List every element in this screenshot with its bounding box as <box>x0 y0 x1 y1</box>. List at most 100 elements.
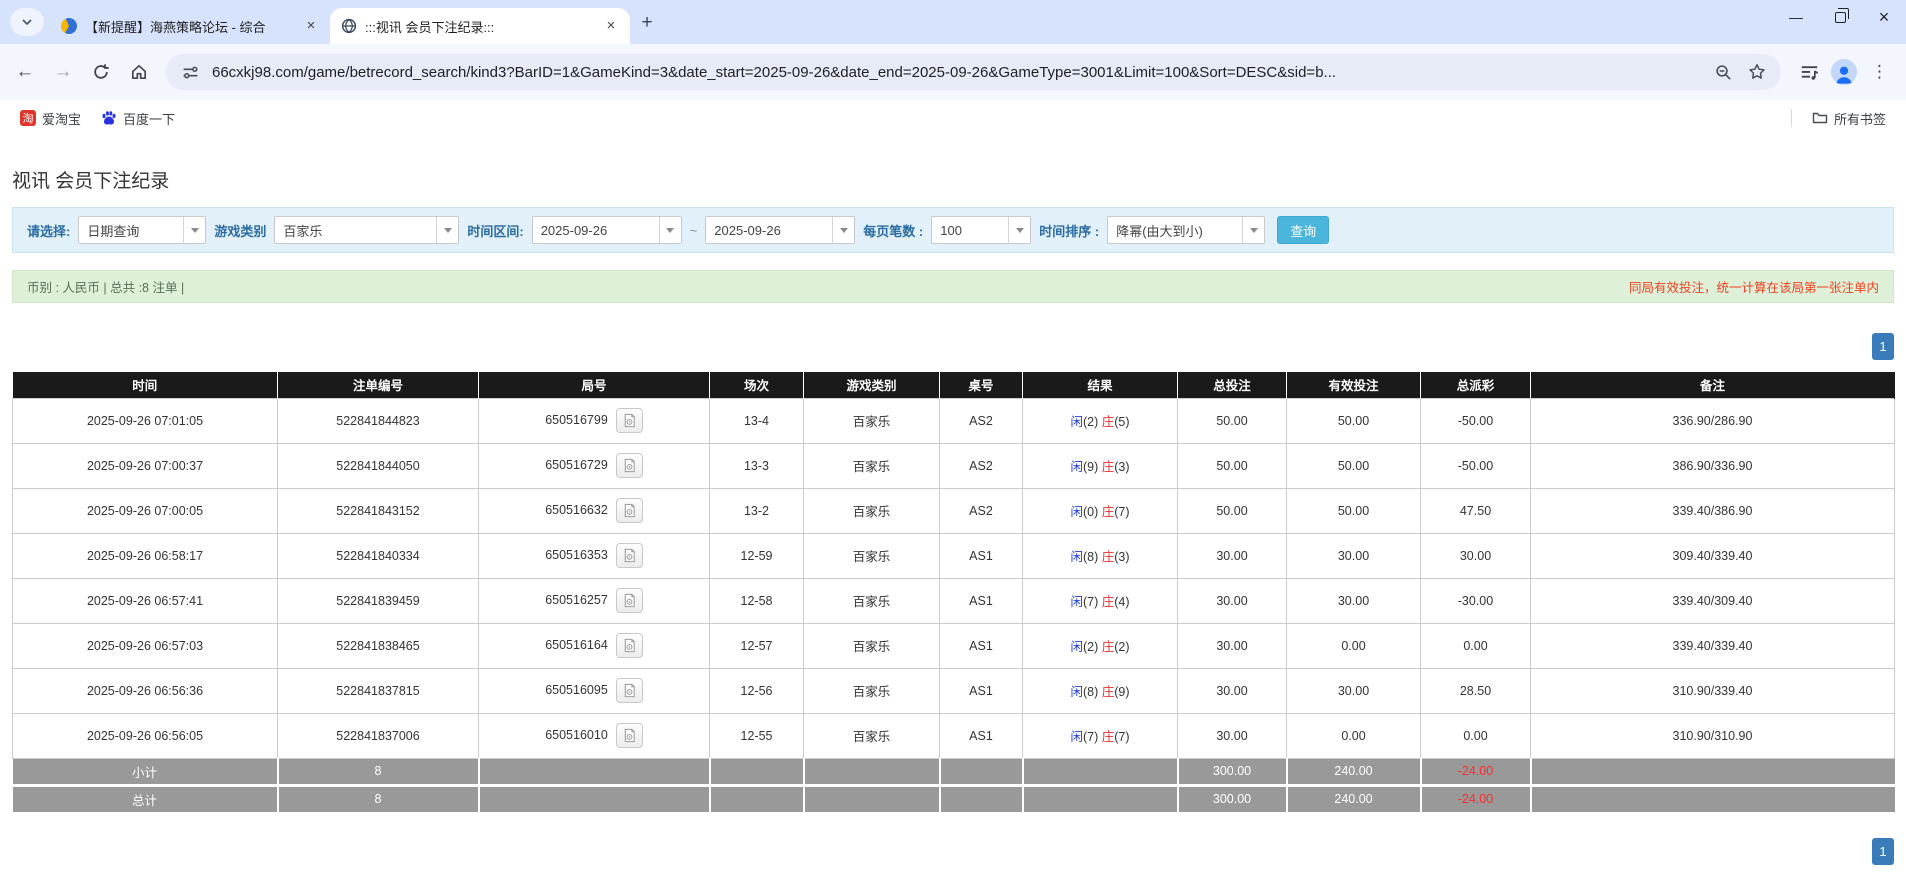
chevron-down-icon[interactable] <box>832 217 854 243</box>
bet-time: 2025-09-26 07:00:05 <box>13 488 278 533</box>
globe-favicon-icon <box>340 18 357 35</box>
valid-bet: 30.00 <box>1287 578 1421 623</box>
banker-score: (5) <box>1114 415 1129 429</box>
table-number: AS1 <box>940 623 1023 668</box>
tab-forum[interactable]: 【新提醒】海燕策略论坛 - 综合 × <box>50 8 330 44</box>
back-button[interactable]: ← <box>8 55 42 89</box>
tab-title: 【新提醒】海燕策略论坛 - 综合 <box>85 17 294 36</box>
chevron-down-icon[interactable] <box>1242 217 1264 243</box>
total-label: 总计 <box>13 785 278 812</box>
search-button[interactable]: 查询 <box>1277 216 1329 244</box>
banker-score: (4) <box>1114 595 1129 609</box>
round-number: 650516010 <box>545 728 608 742</box>
bet-time: 2025-09-26 06:58:17 <box>13 533 278 578</box>
window-minimize-button[interactable]: — <box>1774 0 1818 34</box>
chevron-down-icon[interactable] <box>1008 217 1030 243</box>
bet-time: 2025-09-26 06:56:05 <box>13 713 278 758</box>
bookmark-label: 爱淘宝 <box>42 109 81 128</box>
home-button[interactable] <box>122 55 156 89</box>
table-number: AS1 <box>940 668 1023 713</box>
chevron-down-icon[interactable] <box>436 217 458 243</box>
round-video-icon[interactable] <box>616 633 643 658</box>
col-remark: 备注 <box>1531 372 1895 398</box>
query-type-select[interactable]: 日期查询 <box>78 216 206 244</box>
total-bet: 30.00 <box>1178 578 1287 623</box>
bet-id: 522841839459 <box>278 578 479 623</box>
bookmark-baidu[interactable]: 百度一下 <box>95 106 181 131</box>
col-result: 结果 <box>1023 372 1178 398</box>
round-number: 650516353 <box>545 548 608 562</box>
valid-bet: 30.00 <box>1287 533 1421 578</box>
zoom-level-icon[interactable] <box>1711 60 1735 84</box>
round-video-icon[interactable] <box>616 453 643 478</box>
round-video-icon[interactable] <box>616 588 643 613</box>
bet-time: 2025-09-26 06:57:41 <box>13 578 278 623</box>
round-video-icon[interactable] <box>616 723 643 748</box>
game-type-select[interactable]: 百家乐 <box>274 216 459 244</box>
url-text[interactable]: 66cxkj98.com/game/betrecord_search/kind3… <box>212 64 1701 81</box>
tab-search-button[interactable] <box>10 8 44 36</box>
player-score: (7) <box>1083 730 1102 744</box>
session: 12-59 <box>710 533 804 578</box>
round-video-icon[interactable] <box>616 408 643 433</box>
bet-row: 2025-09-26 06:56:05522841837006650516010… <box>13 713 1895 758</box>
window-close-button[interactable]: × <box>1862 0 1906 34</box>
bookmark-label: 百度一下 <box>123 109 175 128</box>
address-bar[interactable]: 66cxkj98.com/game/betrecord_search/kind3… <box>166 54 1781 90</box>
round-id: 650516353 <box>479 533 710 578</box>
page-number-button[interactable]: 1 <box>1872 838 1894 865</box>
bet-records-table: 时间 注单编号 局号 场次 游戏类别 桌号 结果 总投注 有效投注 总派彩 备注… <box>12 372 1895 812</box>
reading-list-icon[interactable] <box>1797 60 1821 84</box>
payout: 30.00 <box>1421 533 1531 578</box>
session: 13-4 <box>710 398 804 443</box>
forum-favicon-icon <box>60 18 77 35</box>
result: 闲(7) 庄(7) <box>1023 713 1178 758</box>
window-restore-button[interactable] <box>1818 0 1862 34</box>
per-page-select[interactable]: 100 <box>931 216 1031 244</box>
close-tab-icon[interactable]: × <box>302 17 320 35</box>
sort-select[interactable]: 降幂(由大到小) <box>1107 216 1265 244</box>
game-type: 百家乐 <box>804 533 940 578</box>
subtotal-row: 小计 8 300.00 240.00 -24.00 <box>13 758 1895 785</box>
date-start-input[interactable]: 2025-09-26 <box>532 216 682 244</box>
sort-label: 时间排序 : <box>1039 221 1099 240</box>
bookmark-star-icon[interactable] <box>1745 60 1769 84</box>
profile-avatar[interactable] <box>1831 59 1857 85</box>
banker-result: 庄 <box>1102 595 1115 609</box>
total-total-bet: 300.00 <box>1178 785 1287 812</box>
all-bookmarks-button[interactable]: 所有书签 <box>1806 106 1892 131</box>
site-settings-icon[interactable] <box>178 60 202 84</box>
bookmark-taobao[interactable]: 淘 爱淘宝 <box>14 106 87 131</box>
date-end-input[interactable]: 2025-09-26 <box>705 216 855 244</box>
banker-score: (7) <box>1114 730 1129 744</box>
new-tab-button[interactable]: + <box>634 10 660 36</box>
chevron-down-icon[interactable] <box>183 217 205 243</box>
round-id: 650516729 <box>479 443 710 488</box>
result: 闲(2) 庄(5) <box>1023 398 1178 443</box>
total-bet: 30.00 <box>1178 713 1287 758</box>
round-video-icon[interactable] <box>616 498 643 523</box>
close-tab-icon[interactable]: × <box>602 17 620 35</box>
tab-bet-records[interactable]: :::视讯 会员下注纪录::: × <box>330 8 630 44</box>
chevron-down-icon[interactable] <box>659 217 681 243</box>
valid-bet: 0.00 <box>1287 713 1421 758</box>
forward-button[interactable]: → <box>46 55 80 89</box>
session: 12-55 <box>710 713 804 758</box>
page-number-button[interactable]: 1 <box>1872 333 1894 360</box>
browser-menu-icon[interactable]: ⋮ <box>1867 62 1892 82</box>
total-payout: -24.00 <box>1421 785 1531 812</box>
round-video-icon[interactable] <box>616 678 643 703</box>
reload-button[interactable] <box>84 55 118 89</box>
valid-bet: 30.00 <box>1287 668 1421 713</box>
session: 12-57 <box>710 623 804 668</box>
game-type: 百家乐 <box>804 578 940 623</box>
game-type: 百家乐 <box>804 713 940 758</box>
chevron-down-icon <box>21 16 33 28</box>
baidu-paw-icon <box>101 110 117 126</box>
round-number: 650516164 <box>545 638 608 652</box>
player-score: (2) <box>1083 415 1102 429</box>
round-video-icon[interactable] <box>616 543 643 568</box>
remark: 310.90/310.90 <box>1531 713 1895 758</box>
summary-currency-count: 币别 : 人民币 | 总共 :8 注单 | <box>27 277 184 296</box>
summary-bar: 币别 : 人民币 | 总共 :8 注单 | 同局有效投注，统一计算在该局第一张注… <box>12 270 1894 303</box>
